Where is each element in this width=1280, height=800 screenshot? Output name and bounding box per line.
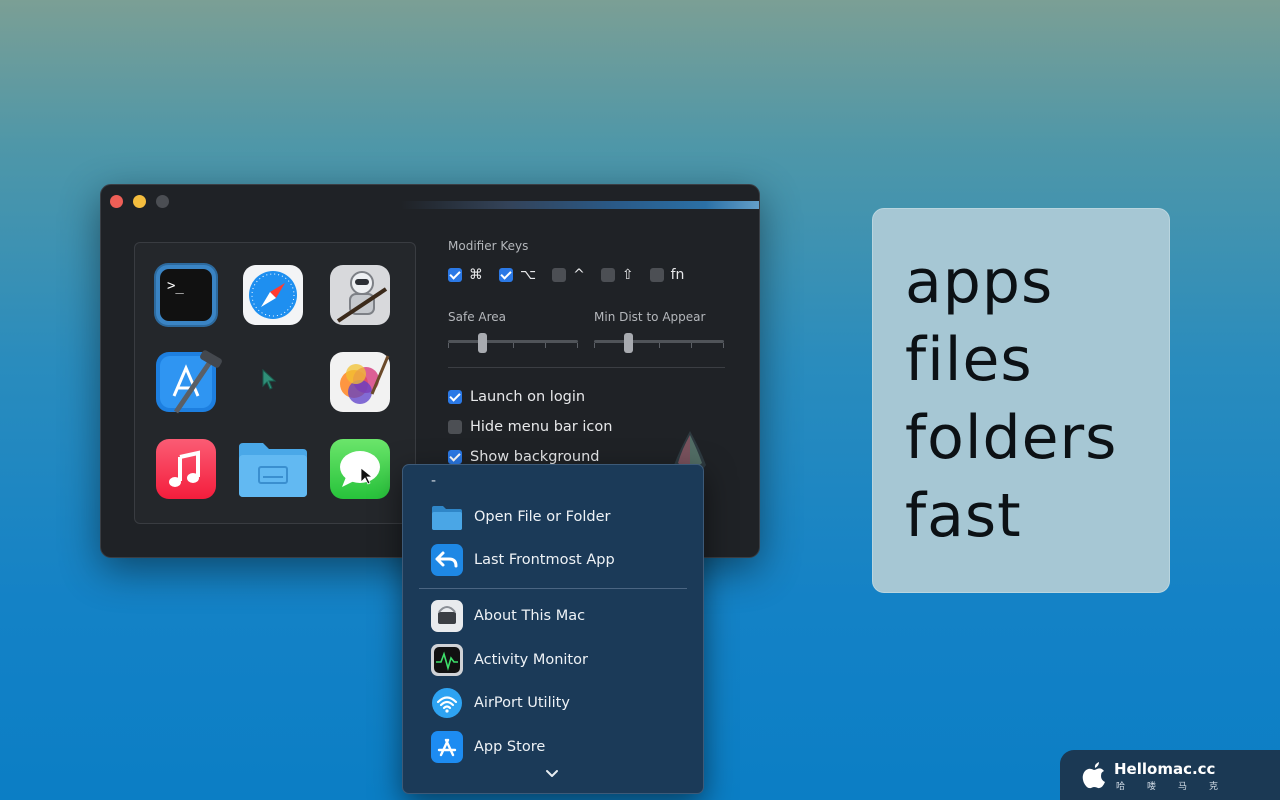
settings-panel: Modifier Keys ⌘ ⌥ ^ ⇧ fn Safe Area Min D… [448, 239, 728, 477]
slider-tick [659, 343, 660, 348]
modifier-cmd-symbol: ⌘ [469, 267, 483, 283]
modifier-fn-symbol: fn [670, 267, 685, 283]
modifier-shift-symbol: ⇧ [621, 267, 634, 283]
modifier-fn-checkbox[interactable] [649, 268, 664, 282]
show-background-option[interactable]: Show background [448, 449, 600, 465]
slider-tick [545, 343, 546, 348]
hide-menu-bar-icon-option[interactable]: Hide menu bar icon [448, 419, 612, 435]
watermark: Hellomac.cc 哈喽马克 [1060, 750, 1280, 800]
menu-item-app-store[interactable]: App Store [431, 731, 545, 763]
watermark-title: Hellomac.cc [1114, 760, 1216, 778]
min-dist-label: Min Dist to Appear [594, 310, 706, 324]
modifier-fn[interactable]: fn [649, 267, 685, 283]
modifier-control[interactable]: ^ [552, 267, 585, 283]
menu-item-label: Last Frontmost App [474, 552, 615, 568]
safe-area-thumb[interactable] [478, 333, 488, 353]
svg-text:>_: >_ [167, 278, 184, 294]
messages-icon[interactable] [328, 437, 392, 501]
modifier-keys-row: ⌘ ⌥ ^ ⇧ fn [448, 267, 684, 283]
terminal-icon[interactable]: >_ [154, 263, 218, 327]
min-dist-thumb[interactable] [624, 333, 634, 353]
settings-divider [448, 367, 725, 368]
menu-dash: - [431, 473, 437, 489]
folder-icon [431, 501, 463, 533]
safe-area-label: Safe Area [448, 310, 507, 324]
menu-item-label: Open File or Folder [474, 509, 611, 525]
launch-on-login-checkbox[interactable] [448, 390, 462, 404]
modifier-option-checkbox[interactable] [499, 268, 513, 282]
slider-tick [594, 343, 595, 348]
slider-tick [691, 343, 692, 348]
menu-item-about-this-mac[interactable]: About This Mac [431, 600, 585, 632]
activity-monitor-icon [431, 644, 463, 676]
tagline-card: apps files folders fast [872, 208, 1170, 593]
slider-tick [723, 343, 724, 348]
min-dist-slider[interactable] [594, 333, 724, 353]
modifier-option[interactable]: ⌥ [499, 267, 536, 283]
menu-item-label: AirPort Utility [474, 695, 570, 711]
tagline-word-folders: folders [905, 403, 1118, 473]
modifier-keys-label: Modifier Keys [448, 239, 529, 253]
tagline-word-fast: fast [905, 481, 1022, 551]
modifier-shift[interactable]: ⇧ [600, 267, 634, 283]
safe-area-slider[interactable] [448, 333, 578, 353]
about-mac-icon [431, 600, 463, 632]
slider-tick [577, 343, 578, 348]
launch-on-login-option[interactable]: Launch on login [448, 389, 585, 405]
modifier-control-symbol: ^ [573, 267, 585, 283]
app-store-icon [431, 731, 463, 763]
menu-item-airport-utility[interactable]: AirPort Utility [431, 687, 570, 719]
folder-icon[interactable] [235, 437, 311, 501]
cursor-icon [260, 368, 280, 392]
modifier-option-symbol: ⌥ [520, 267, 537, 283]
titlebar-stripe [401, 201, 759, 209]
menu-item-open-file-or-folder[interactable]: Open File or Folder [431, 501, 610, 533]
return-arrow-icon [431, 544, 463, 576]
airport-utility-icon [431, 687, 463, 719]
menu-separator [419, 588, 687, 589]
pixelmator-icon[interactable] [328, 350, 392, 414]
menu-item-label: About This Mac [474, 608, 586, 624]
menu-item-label: App Store [474, 739, 546, 755]
modifier-cmd[interactable]: ⌘ [448, 267, 483, 283]
music-icon[interactable] [154, 437, 218, 501]
automator-icon[interactable] [328, 263, 392, 327]
slider-tick [513, 343, 514, 348]
safari-icon[interactable] [241, 263, 305, 327]
hide-menu-bar-icon-label: Hide menu bar icon [470, 419, 613, 435]
show-background-label: Show background [470, 449, 600, 465]
apple-logo-icon [1082, 762, 1105, 789]
menu-item-activity-monitor[interactable]: Activity Monitor [431, 644, 588, 676]
minimize-window-button[interactable] [133, 195, 146, 208]
xcode-icon[interactable] [154, 350, 222, 414]
tagline-word-apps: apps [905, 247, 1054, 317]
slider-tick [448, 343, 449, 348]
modifier-cmd-checkbox[interactable] [448, 268, 462, 282]
watermark-subtitle: 哈喽马克 [1116, 782, 1241, 792]
zoom-window-button[interactable] [156, 195, 169, 208]
menu-item-last-frontmost-app[interactable]: Last Frontmost App [431, 544, 615, 576]
launch-on-login-label: Launch on login [470, 389, 586, 405]
close-window-button[interactable] [110, 195, 123, 208]
show-background-checkbox[interactable] [448, 450, 462, 464]
chevron-down-icon[interactable] [545, 769, 559, 779]
modifier-control-checkbox[interactable] [552, 268, 567, 282]
app-grid-panel: >_ [134, 242, 416, 524]
quick-menu: - Open File or Folder Last Frontmost App… [402, 464, 704, 794]
tagline-word-files: files [905, 325, 1033, 395]
menu-item-label: Activity Monitor [474, 652, 588, 668]
hide-menu-bar-icon-checkbox[interactable] [448, 420, 462, 434]
modifier-shift-checkbox[interactable] [600, 268, 615, 282]
